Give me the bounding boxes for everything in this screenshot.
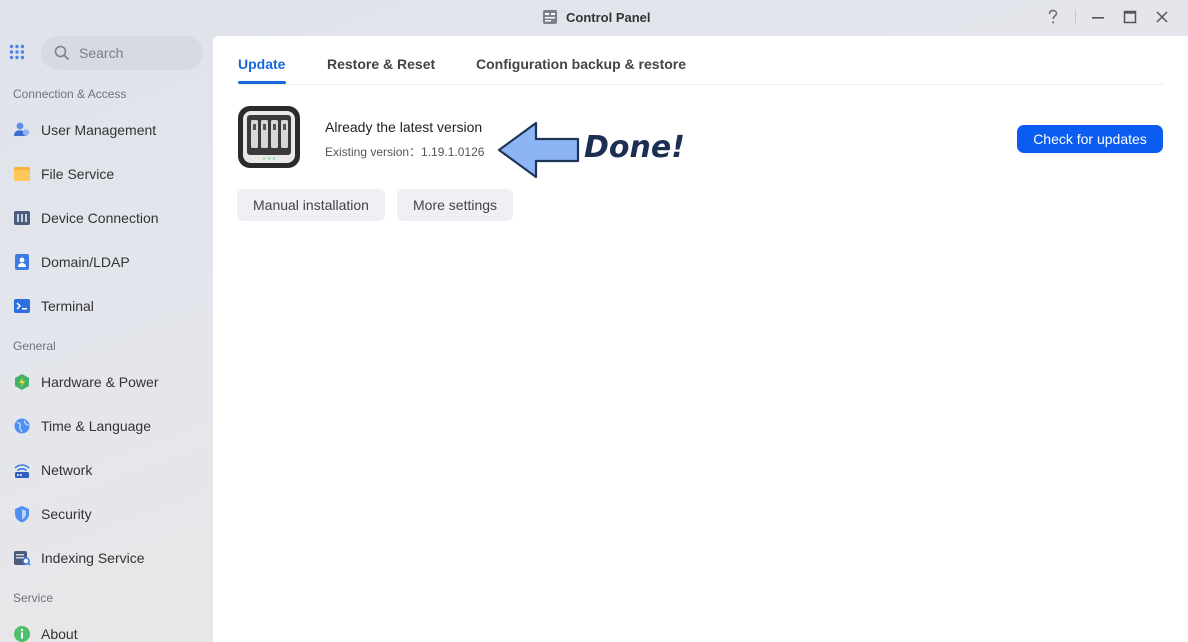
sidebar-item-terminal[interactable]: Terminal [13, 293, 208, 319]
window-title: Control Panel [566, 9, 651, 25]
control-panel-icon [543, 10, 557, 24]
tab-configuration-backup[interactable]: Configuration backup & restore [476, 56, 686, 72]
sidebar-item-label: Terminal [41, 298, 94, 314]
terminal-icon [14, 299, 30, 313]
section-label-connection-access: Connection & Access [13, 87, 127, 101]
manual-installation-button[interactable]: Manual installation [237, 189, 385, 221]
tab-bar: Update Restore & Reset Configuration bac… [238, 36, 1163, 85]
maximize-icon [1123, 10, 1137, 24]
window-title-group: Control Panel [542, 9, 651, 25]
indexing-icon [14, 551, 31, 566]
sidebar-item-device-connection[interactable]: Device Connection [13, 205, 208, 231]
sidebar-item-label: Hardware & Power [41, 374, 159, 390]
window-controls [1039, 6, 1176, 28]
done-annotation: Done! [584, 130, 685, 165]
section-label-service: Service [13, 591, 54, 605]
device-icon [14, 211, 30, 225]
sidebar-item-label: Domain/LDAP [41, 254, 130, 270]
sidebar-item-label: About [41, 626, 78, 642]
sidebar-item-time-language[interactable]: Time & Language [13, 413, 208, 439]
apps-grid-icon[interactable] [9, 44, 25, 60]
controls-divider [1075, 10, 1076, 24]
version-value: 1.19.1.0126 [421, 145, 485, 159]
question-mark-icon [1048, 9, 1058, 24]
folder-icon [14, 167, 30, 181]
info-icon [14, 626, 30, 642]
minimize-button[interactable] [1084, 6, 1112, 28]
shield-icon [15, 506, 29, 523]
sidebar-item-domain-ldap[interactable]: Domain/LDAP [13, 249, 208, 275]
maximize-button[interactable] [1116, 6, 1144, 28]
sidebar-item-label: File Service [41, 166, 115, 182]
sidebar-item-indexing-service[interactable]: Indexing Service [13, 545, 208, 571]
sidebar-item-security[interactable]: Security [13, 501, 208, 527]
power-icon [15, 374, 29, 390]
version-row: Existing version：1.19.1.0126 [325, 143, 484, 160]
search-box[interactable] [41, 36, 203, 70]
sidebar-item-about[interactable]: About [13, 621, 208, 642]
sidebar-item-network[interactable]: Network [13, 457, 208, 483]
sidebar-item-file-service[interactable]: File Service [13, 161, 208, 187]
check-for-updates-button[interactable]: Check for updates [1017, 125, 1163, 153]
sidebar-item-label: Device Connection [41, 210, 159, 226]
tab-restore-reset[interactable]: Restore & Reset [327, 56, 435, 72]
update-status-title: Already the latest version [325, 119, 483, 135]
minimize-icon [1092, 17, 1104, 19]
search-icon [54, 45, 70, 61]
more-settings-button[interactable]: More settings [397, 189, 514, 221]
globe-icon [14, 418, 30, 434]
tab-update[interactable]: Update [238, 56, 285, 72]
sidebar-item-label: User Management [41, 122, 157, 138]
domain-icon [15, 254, 29, 270]
sidebar-item-label: Indexing Service [41, 550, 145, 566]
sidebar-item-user-management[interactable]: User Management [13, 117, 208, 143]
main-panel: Update Restore & Reset Configuration bac… [213, 36, 1188, 642]
sidebar-item-label: Security [41, 506, 92, 522]
version-label: Existing version： [325, 145, 422, 159]
nas-app-icon [238, 106, 300, 168]
users-icon [14, 122, 30, 136]
sidebar: Connection & Access User Management File… [0, 34, 213, 642]
network-icon [14, 464, 30, 478]
title-bar: Control Panel [0, 0, 1188, 34]
close-button[interactable] [1148, 6, 1176, 28]
sidebar-item-hardware-power[interactable]: Hardware & Power [13, 369, 208, 395]
close-icon [1156, 11, 1168, 23]
help-button[interactable] [1039, 6, 1067, 28]
sidebar-item-label: Time & Language [41, 418, 151, 434]
section-label-general: General [13, 339, 56, 353]
active-tab-underline [238, 81, 286, 84]
sidebar-item-label: Network [41, 462, 93, 478]
search-input[interactable] [79, 45, 189, 61]
